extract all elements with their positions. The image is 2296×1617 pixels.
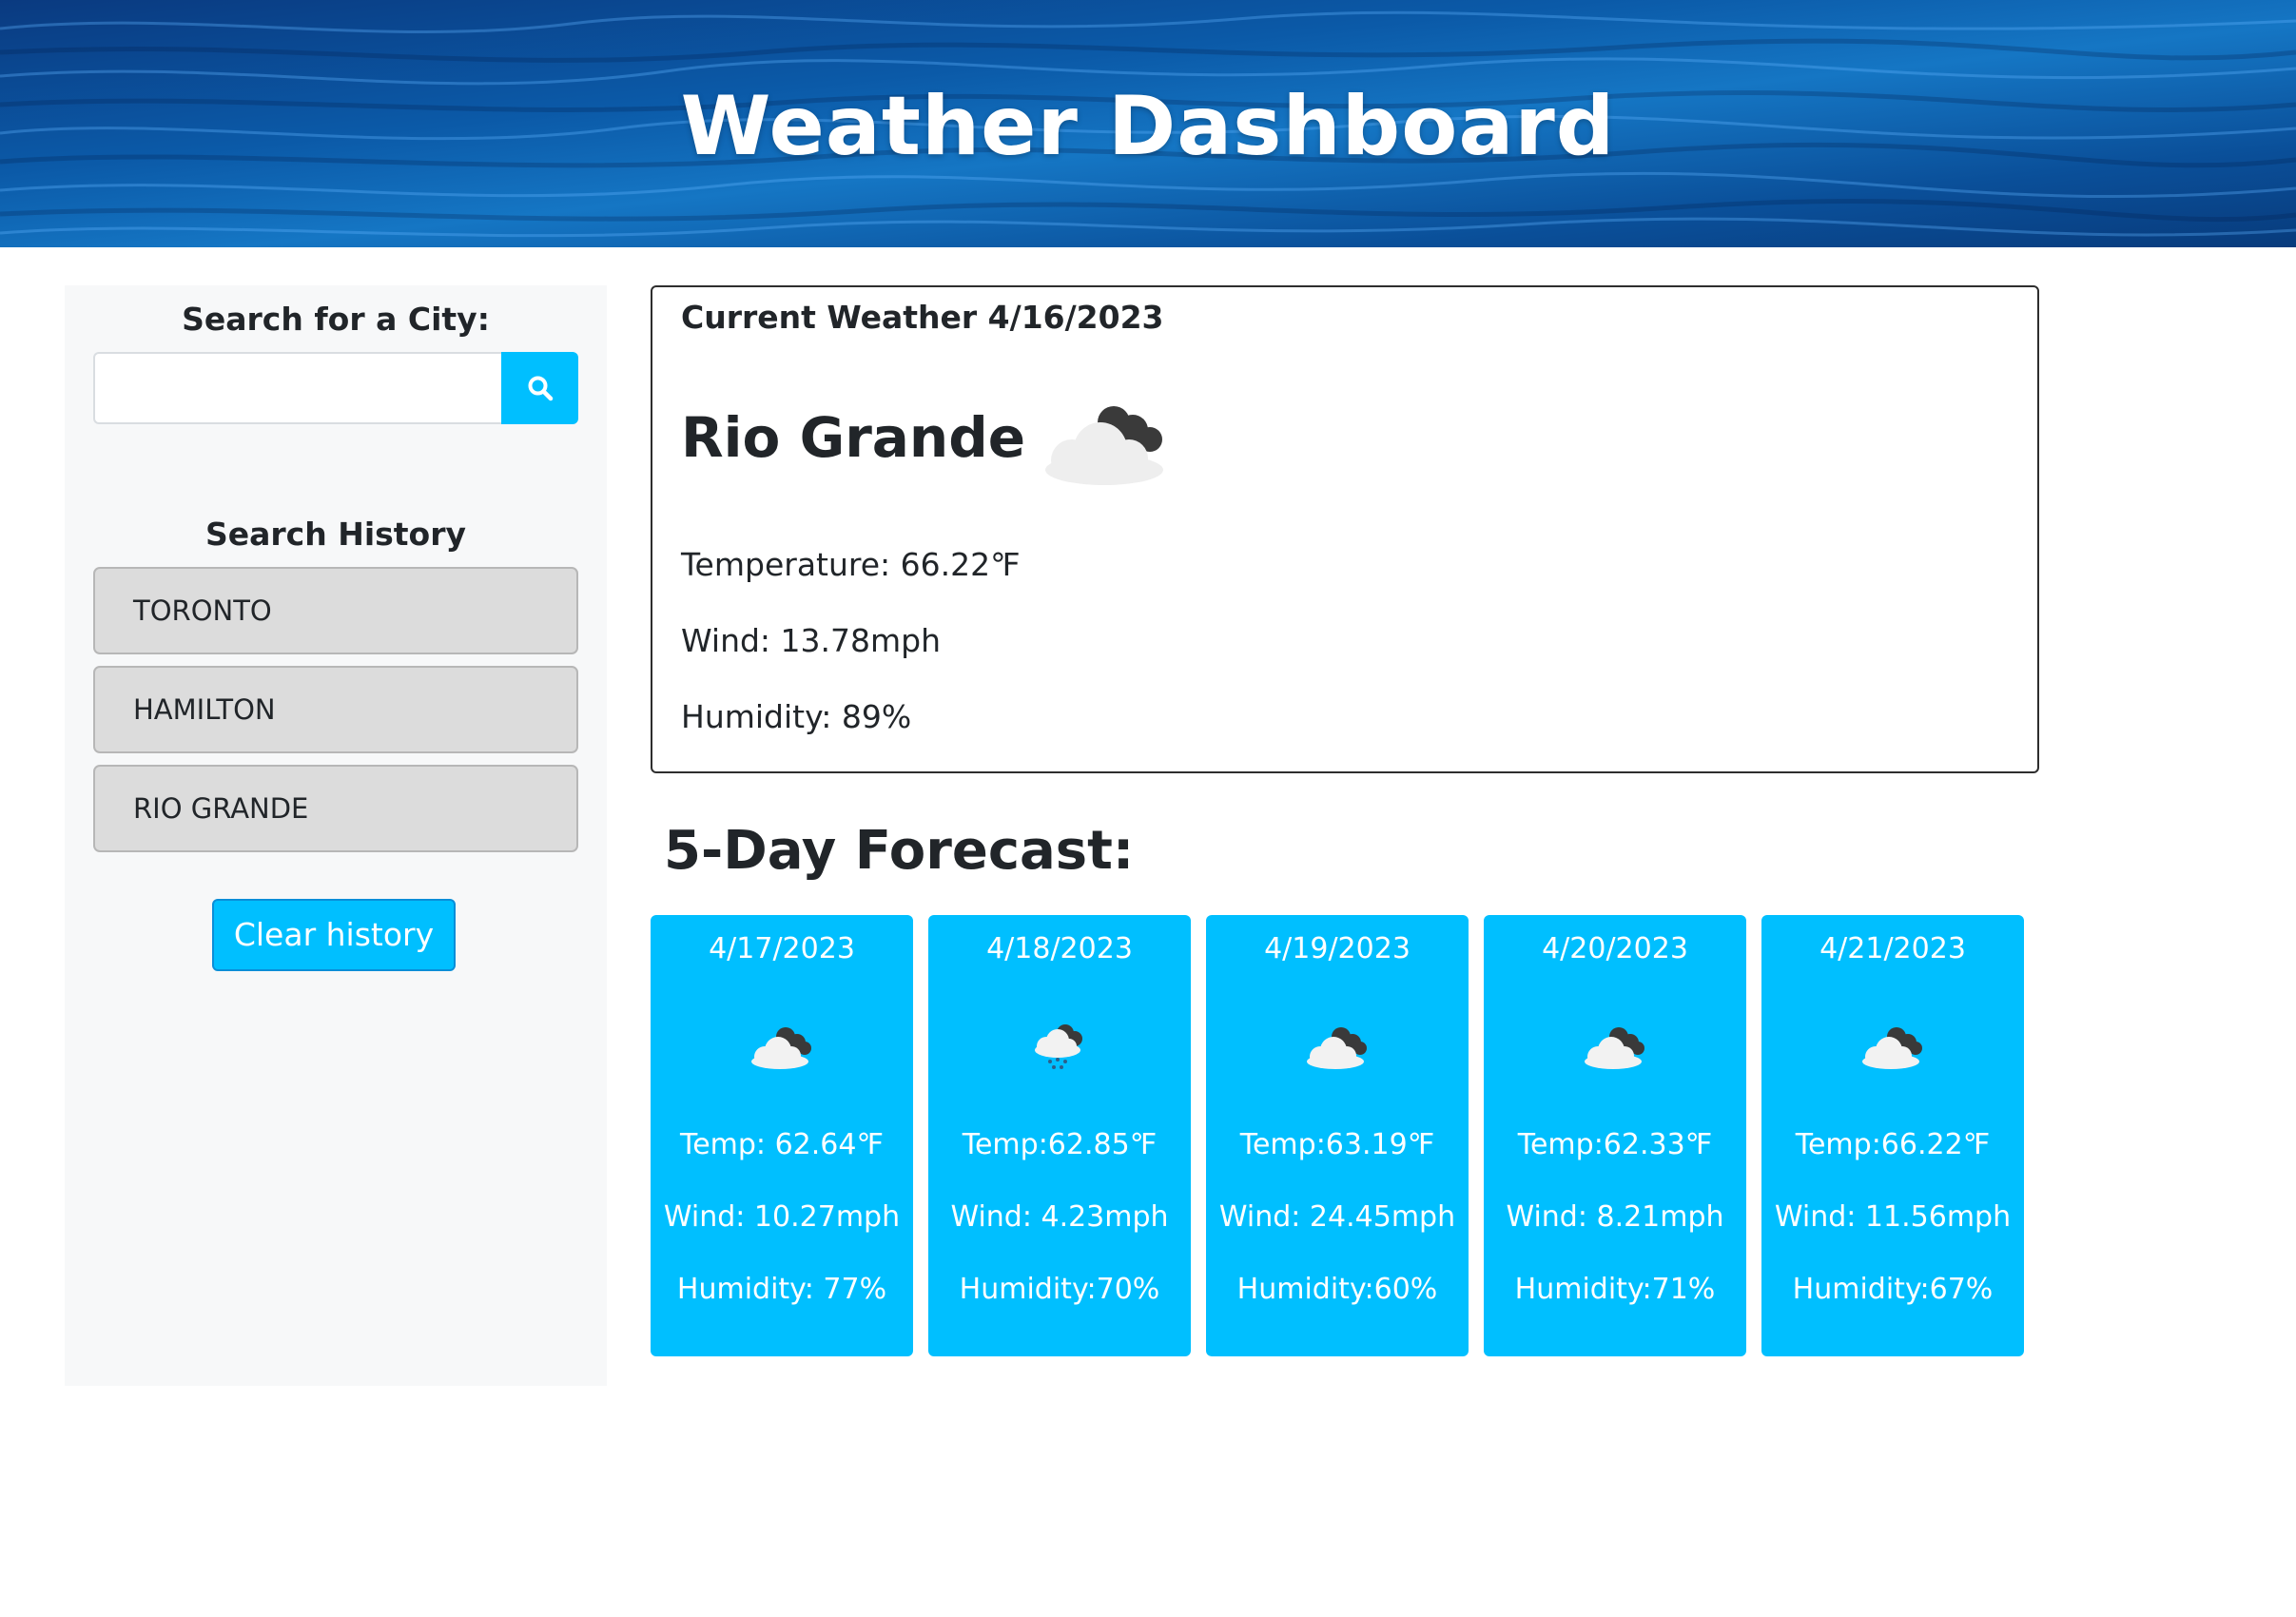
current-humidity: Humidity: 89% — [681, 698, 912, 735]
history-item-toronto[interactable]: TORONTO — [93, 567, 578, 654]
forecast-card: 4/18/2023 Temp:62.85℉ Wind: 4.23mph Humi… — [928, 915, 1191, 1356]
header-banner: Weather Dashboard — [0, 0, 2296, 247]
current-weather-card: Current Weather 4/16/2023 Rio Grande Tem… — [651, 285, 2039, 773]
forecast-wind: Wind: 8.21mph — [1506, 1200, 1724, 1234]
forecast-humidity: Humidity: 77% — [676, 1273, 887, 1306]
forecast-date: 4/18/2023 — [986, 932, 1133, 965]
forecast-wind: Wind: 24.45mph — [1218, 1200, 1456, 1234]
current-city-name: Rio Grande — [681, 405, 1026, 470]
forecast-date: 4/17/2023 — [709, 932, 855, 965]
search-history-title: Search History — [204, 516, 467, 553]
rain-cloud-icon — [1035, 1024, 1082, 1069]
search-row — [93, 352, 578, 424]
forecast-humidity: Humidity:60% — [1236, 1273, 1438, 1306]
forecast-date: 4/19/2023 — [1264, 932, 1411, 965]
city-search-input[interactable] — [93, 352, 502, 424]
forecast-date: 4/21/2023 — [1819, 932, 1966, 965]
forecast-card: 4/19/2023 Temp:63.19℉ Wind: 24.45mph Hum… — [1206, 915, 1469, 1356]
history-item-rio-grande[interactable]: RIO GRANDE — [93, 765, 578, 852]
history-item-hamilton[interactable]: HAMILTON — [93, 666, 578, 753]
forecast-temp: Temp: 62.64℉ — [679, 1128, 885, 1161]
forecast-temp: Temp:66.22℉ — [1795, 1128, 1991, 1161]
partly-cloudy-icon — [1585, 1027, 1644, 1069]
partly-cloudy-icon — [1045, 406, 1163, 485]
search-icon — [528, 376, 553, 401]
partly-cloudy-icon — [1307, 1027, 1367, 1069]
sidebar: Search for a City: Search History TORONT… — [65, 285, 607, 1386]
forecast-temp: Temp:62.85℉ — [962, 1128, 1158, 1161]
forecast-card: 4/20/2023 Temp:62.33℉ Wind: 8.21mph Humi… — [1484, 915, 1746, 1356]
forecast-wind: Wind: 10.27mph — [663, 1200, 901, 1234]
forecast-humidity: Humidity:71% — [1514, 1273, 1716, 1306]
search-button[interactable] — [501, 352, 578, 424]
forecast-humidity: Humidity:67% — [1792, 1273, 1994, 1306]
page-title: Weather Dashboard — [680, 79, 1616, 174]
forecast-title: 5-Day Forecast: — [664, 820, 1135, 882]
forecast-date: 4/20/2023 — [1542, 932, 1688, 965]
current-wind: Wind: 13.78mph — [681, 622, 942, 659]
current-weather-header: Current Weather 4/16/2023 — [681, 299, 1164, 336]
forecast-card: 4/21/2023 Temp:66.22℉ Wind: 11.56mph Hum… — [1761, 915, 2024, 1356]
search-label: Search for a City: — [182, 301, 490, 338]
forecast-temp: Temp:63.19℉ — [1239, 1128, 1435, 1161]
current-temperature: Temperature: 66.22℉ — [681, 546, 1021, 583]
partly-cloudy-icon — [751, 1027, 811, 1069]
clear-history-button[interactable]: Clear history — [212, 899, 456, 971]
forecast-temp: Temp:62.33℉ — [1517, 1128, 1713, 1161]
forecast-humidity: Humidity:70% — [959, 1273, 1160, 1306]
forecast-wind: Wind: 11.56mph — [1774, 1200, 2012, 1234]
forecast-card: 4/17/2023 Temp: 62.64℉ Wind: 10.27mph Hu… — [651, 915, 913, 1356]
partly-cloudy-icon — [1862, 1027, 1922, 1069]
forecast-wind: Wind: 4.23mph — [950, 1200, 1169, 1234]
